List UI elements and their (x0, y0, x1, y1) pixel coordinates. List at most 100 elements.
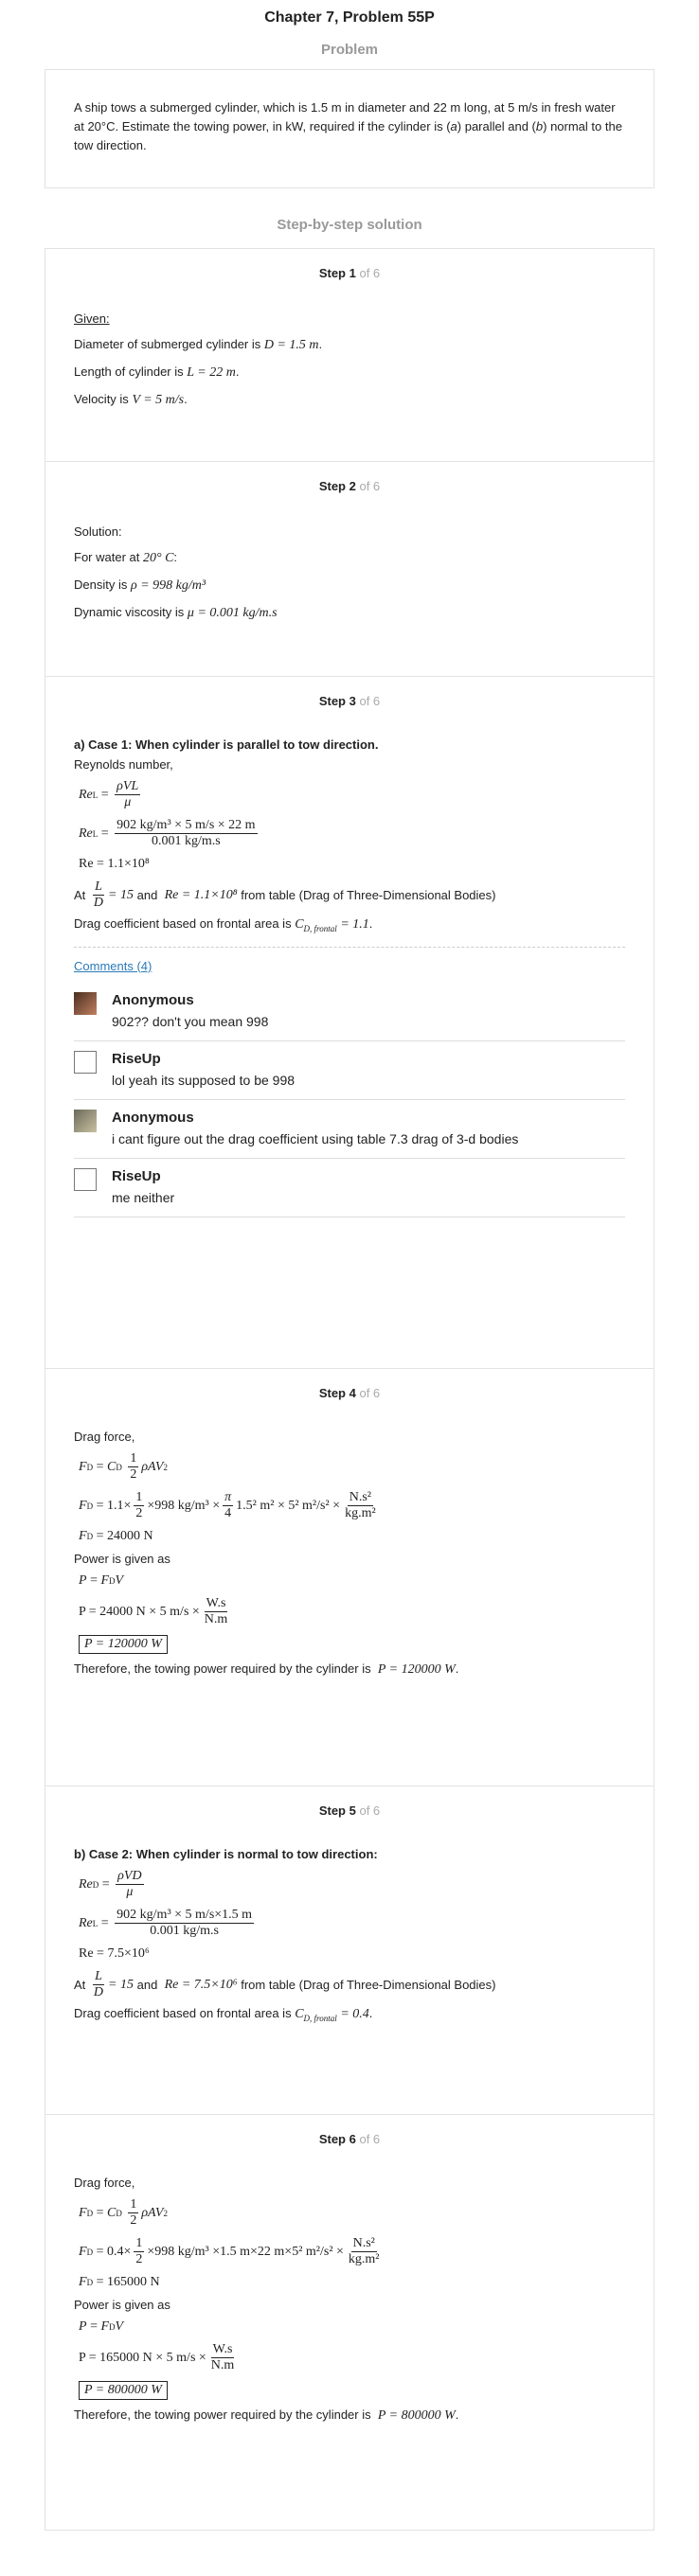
ratio: = 15 (108, 1977, 134, 1992)
conclusion-line: Therefore, the towing power required by … (74, 1661, 459, 1677)
case1-heading: a) Case 1: When cylinder is parallel to … (74, 737, 379, 752)
reynolds-eq-1: Re L = ρVL μ (79, 779, 141, 809)
step-label: Step 3 (318, 694, 356, 708)
water-temp-line: For water at 20° C: (74, 550, 178, 565)
from: from table (Drag of Three-Dimensional Bo… (241, 1978, 496, 1992)
result: P = 120000 W (377, 1662, 456, 1677)
drag-result: FD = 24000 N (79, 1529, 153, 1543)
reynolds-eq-2: Re L = 902 kg/m³ × 5 m/s×1.5 m 0.001 kg/m.… (79, 1908, 255, 1938)
num: ρVL (116, 779, 139, 793)
re: Re = 7.5×10⁶ (164, 1977, 238, 1992)
den: N.m (210, 2358, 235, 2372)
comment-author[interactable]: RiseUp (112, 1051, 295, 1067)
velocity-line: Velocity is V = 5 m/s. (74, 392, 188, 407)
num: 902 kg/m³ × 5 m/s×1.5 m (115, 1908, 255, 1924)
text: For water at (74, 550, 140, 564)
step-2-header: Step 2 of 6 (74, 462, 625, 500)
problem-card: A ship tows a submerged cylinder, which … (45, 69, 654, 188)
text: Velocity is (74, 392, 129, 406)
diameter-line: Diameter of submerged cylinder is D = 1.… (74, 337, 323, 352)
step-label: Step 6 (318, 2132, 356, 2146)
at: At (74, 888, 86, 902)
power-eq-2: P = 24000 N × 5 m/s × W.s N.m (79, 1596, 625, 1627)
cd: = 0.4 (340, 2007, 369, 2021)
den: μ (124, 795, 132, 809)
solution-page: Chapter 7, Problem 55P Problem A ship to… (0, 0, 699, 2531)
step-6-header: Step 6 of 6 (74, 2115, 625, 2153)
num: ρVD (117, 1869, 142, 1883)
solution-label: Solution: (74, 524, 122, 539)
text: Drag coefficient based on frontal area i… (74, 916, 292, 931)
cd: = 1.1 (340, 917, 369, 932)
viscosity-line: Dynamic viscosity is μ = 0.001 kg/m.s (74, 605, 625, 621)
comment-2: RiseUp lol yeah its supposed to be 998 (74, 1041, 625, 1100)
avatar (74, 991, 97, 1015)
comments-link[interactable]: Comments (4) (74, 959, 625, 973)
avatar (74, 1109, 97, 1132)
reynolds-label: Reynolds number, (74, 757, 173, 772)
comment-text: 902?? don't you mean 998 (112, 1013, 269, 1029)
step-total: of 6 (359, 694, 381, 708)
comment-text: me neither (112, 1189, 175, 1205)
step-label: Step 4 (318, 1386, 356, 1400)
part-a: a (450, 119, 457, 133)
num: 902 kg/m³ × 5 m/s × 22 m (115, 818, 258, 834)
part: = 1.1× (96, 1498, 132, 1513)
conclusion-line: Therefore, the towing power required by … (74, 2407, 459, 2423)
case2-heading: b) Case 2: When cylinder is normal to to… (74, 1847, 378, 1861)
math: D = 1.5 m (263, 338, 319, 352)
power-eq-1: P = FDV (79, 1573, 124, 1588)
power-eq-2: P = 165000 N × 5 m/s × W.s N.m (79, 2342, 625, 2373)
drag-eq-2: FD = 1.1× 1 2 ×998 kg/m³ × π 4 1.5² m² × 5² m²… (79, 1490, 376, 1520)
step-2: Step 2 of 6 Solution: For water at 20° C… (45, 462, 654, 677)
math: 20° C (142, 551, 174, 565)
num: N.s² (350, 2236, 377, 2252)
step-total: of 6 (359, 1386, 381, 1400)
math: L = 22 m (187, 365, 236, 380)
text: Dynamic viscosity is (74, 605, 185, 619)
value: = 165000 N (96, 2275, 160, 2289)
drag-eq-1: FD = CD 1 2 ρAV 2 (79, 1451, 168, 1482)
part: = 0.4× (96, 2244, 132, 2259)
drag-coefficient-line: Drag coefficient based on frontal area i… (74, 916, 373, 933)
comment-3: Anonymous i cant figure out the drag coef… (74, 1100, 625, 1159)
power-label: Power is given as (74, 1552, 170, 1566)
at: At (74, 1978, 86, 1992)
den: 0.001 kg/m.s (152, 834, 221, 848)
text: Therefore, the towing power required by … (74, 2407, 371, 2422)
and: and (136, 1978, 158, 1992)
math: μ = 0.001 kg/m.s (187, 606, 278, 620)
from: from table (Drag of Three-Dimensional Bo… (241, 888, 496, 902)
density-line: Density is ρ = 998 kg/m³ (74, 577, 625, 594)
math: ρ = 998 kg/m³ (130, 578, 206, 593)
step-3-header: Step 3 of 6 (74, 677, 625, 715)
comment-1: Anonymous 902?? don't you mean 998 (74, 983, 625, 1041)
den: kg.m² (345, 1506, 376, 1520)
comment-author[interactable]: Anonymous (112, 1110, 518, 1126)
reynolds-eq-1: Re D = ρVD μ (79, 1869, 144, 1899)
problem-heading: Problem (320, 42, 378, 58)
step-1: Step 1 of 6 Given: Diameter of submerged… (45, 249, 654, 462)
drag-result: FD = 165000 N (79, 2275, 160, 2289)
step-6: Step 6 of 6 Drag force, FD = CD 1 2 ρAV 2 F… (45, 2115, 654, 2530)
num: W.s (204, 1596, 228, 1612)
drag-eq-1: FD = CD 1 2 ρAV 2 (79, 2197, 168, 2228)
given-text: Given: (74, 311, 110, 326)
text: Density is (74, 577, 128, 592)
text: Length of cylinder is (74, 364, 184, 379)
step-4-header: Step 4 of 6 (74, 1369, 625, 1407)
step-4: Step 4 of 6 Drag force, FD = CD 1 2 ρAV 2 F… (45, 1369, 654, 1786)
step-total: of 6 (359, 1803, 381, 1818)
length-line: Length of cylinder is L = 22 m. (74, 364, 240, 380)
power-boxed: P = 800000 W (79, 2381, 625, 2400)
solution-heading: Step-by-step solution (277, 217, 422, 233)
part: P = 24000 N × 5 m/s × (79, 1604, 200, 1619)
solution-card: Step 1 of 6 Given: Diameter of submerged… (45, 248, 654, 2531)
comment-author[interactable]: Anonymous (112, 992, 268, 1008)
step-3: Step 3 of 6 a) Case 1: When cylinder is … (45, 677, 654, 1369)
comment-author[interactable]: RiseUp (112, 1168, 174, 1184)
text: Diameter of submerged cylinder is (74, 337, 261, 351)
num: W.s (210, 2342, 235, 2358)
part: 1.5² m² × 5² m²/s² × (236, 1498, 341, 1513)
step-label: Step 2 (318, 479, 356, 493)
